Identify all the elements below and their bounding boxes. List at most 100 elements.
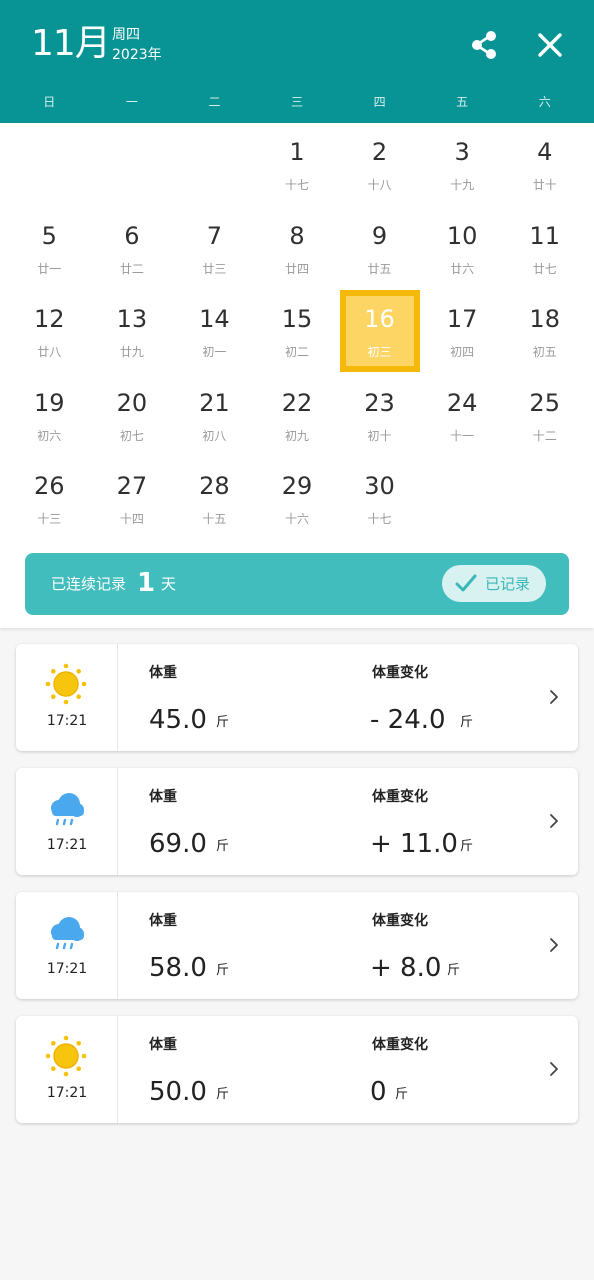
calendar-day-11[interactable]: 11 廿七 bbox=[503, 207, 586, 291]
record-card[interactable]: 17:21 体重 45.0 斤 体重变化 - 24.0 斤 bbox=[16, 644, 578, 751]
calendar-day-26[interactable]: 26 十三 bbox=[8, 457, 91, 541]
lunar-date: 十五 bbox=[202, 512, 227, 527]
calendar-grid: 1 十七 2 十八 3 十九 4 廿十 5 廿一 6 廿二 7 廿三 8 廿四 9 廿五 10 廿六 11 廿七 12 廿八 1… bbox=[8, 123, 586, 541]
lunar-date: 初十 bbox=[367, 428, 392, 443]
record-card[interactable]: 17:21 体重 69.0 斤体重变化 + 11.0 斤 bbox=[16, 768, 578, 875]
calendar-day-8[interactable]: 8 廿四 bbox=[256, 207, 339, 291]
day-number: 19 bbox=[34, 388, 65, 417]
calendar-day-12[interactable]: 12 廿八 bbox=[8, 290, 91, 374]
calendar-day-7[interactable]: 7 廿三 bbox=[173, 207, 256, 291]
weight-change-unit: 斤 bbox=[395, 1087, 409, 1102]
record-card[interactable]: 17:21 体重 58.0 斤 体重变化 + 8.0 斤 bbox=[16, 892, 578, 999]
calendar-day-14[interactable]: 14 初一 bbox=[173, 290, 256, 374]
calendar-day-24[interactable]: 24 十一 bbox=[421, 374, 504, 458]
lunar-date: 廿五 bbox=[367, 261, 392, 276]
calendar-day-28[interactable]: 28 十五 bbox=[173, 457, 256, 541]
check-icon bbox=[455, 574, 477, 592]
weekday-header-row: 日 一 二 三 四 五 六 bbox=[8, 92, 586, 112]
calendar-day-19[interactable]: 19 初六 bbox=[8, 374, 91, 458]
calendar-day-30[interactable]: 30 十七 bbox=[338, 457, 421, 541]
weight-value: 58.0 bbox=[149, 953, 207, 983]
calendar-day-29[interactable]: 29 十六 bbox=[256, 457, 339, 541]
calendar-empty-cell bbox=[173, 123, 256, 207]
streak-banner: 已连续记录 1 天 已记录 bbox=[25, 553, 569, 615]
streak-count: 1 bbox=[137, 568, 156, 598]
lunar-date: 廿十 bbox=[532, 178, 557, 192]
rain-cloud-icon bbox=[51, 917, 84, 950]
sun-icon bbox=[45, 1035, 87, 1077]
calendar-day-25[interactable]: 25 十二 bbox=[503, 374, 586, 458]
lunar-date: 廿七 bbox=[532, 261, 557, 276]
weather-icon-wrap bbox=[44, 786, 88, 830]
calendar-day-1[interactable]: 1 十七 bbox=[256, 123, 339, 207]
share-icon bbox=[472, 31, 496, 59]
chevron-right-icon bbox=[550, 690, 558, 704]
day-number: 18 bbox=[529, 305, 560, 334]
day-number: 2 bbox=[371, 138, 388, 166]
weather-icon-wrap bbox=[44, 910, 88, 954]
share-button[interactable] bbox=[466, 27, 502, 63]
year-label: 2023年 bbox=[112, 47, 162, 63]
calendar-day-15[interactable]: 15 初二 bbox=[256, 290, 339, 374]
lunar-date: 十七 bbox=[284, 178, 309, 192]
day-number: 6 bbox=[124, 221, 140, 250]
record-card[interactable]: 17:21 体重 50.0 斤体重变化 0 斤 bbox=[16, 1016, 578, 1123]
calendar-day-23[interactable]: 23 初十 bbox=[338, 374, 421, 458]
calendar-day-16[interactable]: 16 初三 bbox=[338, 290, 421, 374]
weight-value: 69.0 bbox=[149, 829, 207, 859]
weekday-thu: 四 bbox=[373, 95, 386, 109]
lunar-date: 十八 bbox=[367, 178, 392, 192]
record-time: 17:21 bbox=[46, 961, 88, 977]
weight-label: 体重 bbox=[149, 789, 177, 805]
calendar-day-9[interactable]: 9 廿五 bbox=[338, 207, 421, 291]
day-number: 27 bbox=[116, 472, 148, 501]
calendar-day-18[interactable]: 18 初五 bbox=[503, 290, 586, 374]
calendar-day-20[interactable]: 20 初七 bbox=[91, 374, 174, 458]
lunar-date: 十四 bbox=[119, 512, 144, 527]
recorded-button[interactable]: 已记录 bbox=[442, 565, 546, 602]
day-number: 24 bbox=[446, 388, 478, 417]
sun-icon bbox=[45, 663, 87, 705]
day-number: 29 bbox=[281, 472, 313, 501]
calendar-day-27[interactable]: 27 十四 bbox=[91, 457, 174, 541]
weight-change-value: - 24.0 bbox=[370, 705, 446, 735]
calendar-day-2[interactable]: 2 十八 bbox=[338, 123, 421, 207]
calendar-day-5[interactable]: 5 廿一 bbox=[8, 207, 91, 291]
record-weather-block: 17:21 bbox=[16, 768, 118, 875]
calendar-day-22[interactable]: 22 初九 bbox=[256, 374, 339, 458]
day-number: 13 bbox=[116, 305, 148, 334]
day-number: 10 bbox=[446, 221, 478, 250]
streak-prefix-text: 已连续记录 bbox=[51, 575, 127, 593]
calendar-day-10[interactable]: 10 廿六 bbox=[421, 207, 504, 291]
close-button[interactable] bbox=[532, 27, 568, 63]
weight-change-value: + 8.0 bbox=[370, 953, 442, 983]
weekday-mon: 一 bbox=[125, 95, 138, 109]
calendar-day-4[interactable]: 4 廿十 bbox=[503, 123, 586, 207]
weight-unit: 斤 bbox=[216, 839, 230, 854]
day-number: 7 bbox=[206, 221, 223, 250]
weight-unit: 斤 bbox=[216, 715, 230, 730]
weekday-label: 周四 bbox=[112, 27, 140, 43]
lunar-date: 初二 bbox=[284, 345, 309, 360]
record-weather-block: 17:21 bbox=[16, 1016, 118, 1123]
calendar-day-6[interactable]: 6 廿二 bbox=[91, 207, 174, 291]
day-number: 20 bbox=[116, 388, 148, 417]
day-number: 17 bbox=[446, 305, 478, 334]
rain-cloud-icon bbox=[51, 793, 84, 826]
weather-icon-wrap bbox=[44, 1034, 88, 1078]
lunar-date: 十三 bbox=[37, 512, 62, 527]
weight-label: 体重 bbox=[149, 665, 177, 681]
calendar-day-21[interactable]: 21 初八 bbox=[173, 374, 256, 458]
calendar-day-3[interactable]: 3 十九 bbox=[421, 123, 504, 207]
day-number: 14 bbox=[199, 305, 230, 334]
close-icon bbox=[538, 33, 562, 57]
recorded-label: 已记录 bbox=[485, 575, 531, 593]
record-time: 17:21 bbox=[46, 837, 88, 853]
lunar-date: 十六 bbox=[284, 512, 309, 527]
lunar-date: 十九 bbox=[450, 178, 475, 192]
calendar-day-17[interactable]: 17 初四 bbox=[421, 290, 504, 374]
weight-change-unit: 斤 bbox=[460, 839, 474, 854]
calendar-day-13[interactable]: 13 廿九 bbox=[91, 290, 174, 374]
calendar-empty-cell bbox=[8, 123, 91, 207]
calendar-panel: 1 十七 2 十八 3 十九 4 廿十 5 廿一 6 廿二 7 廿三 8 廿四 9 廿五 10 廿六 11 廿七 12 廿八 1… bbox=[0, 123, 594, 628]
